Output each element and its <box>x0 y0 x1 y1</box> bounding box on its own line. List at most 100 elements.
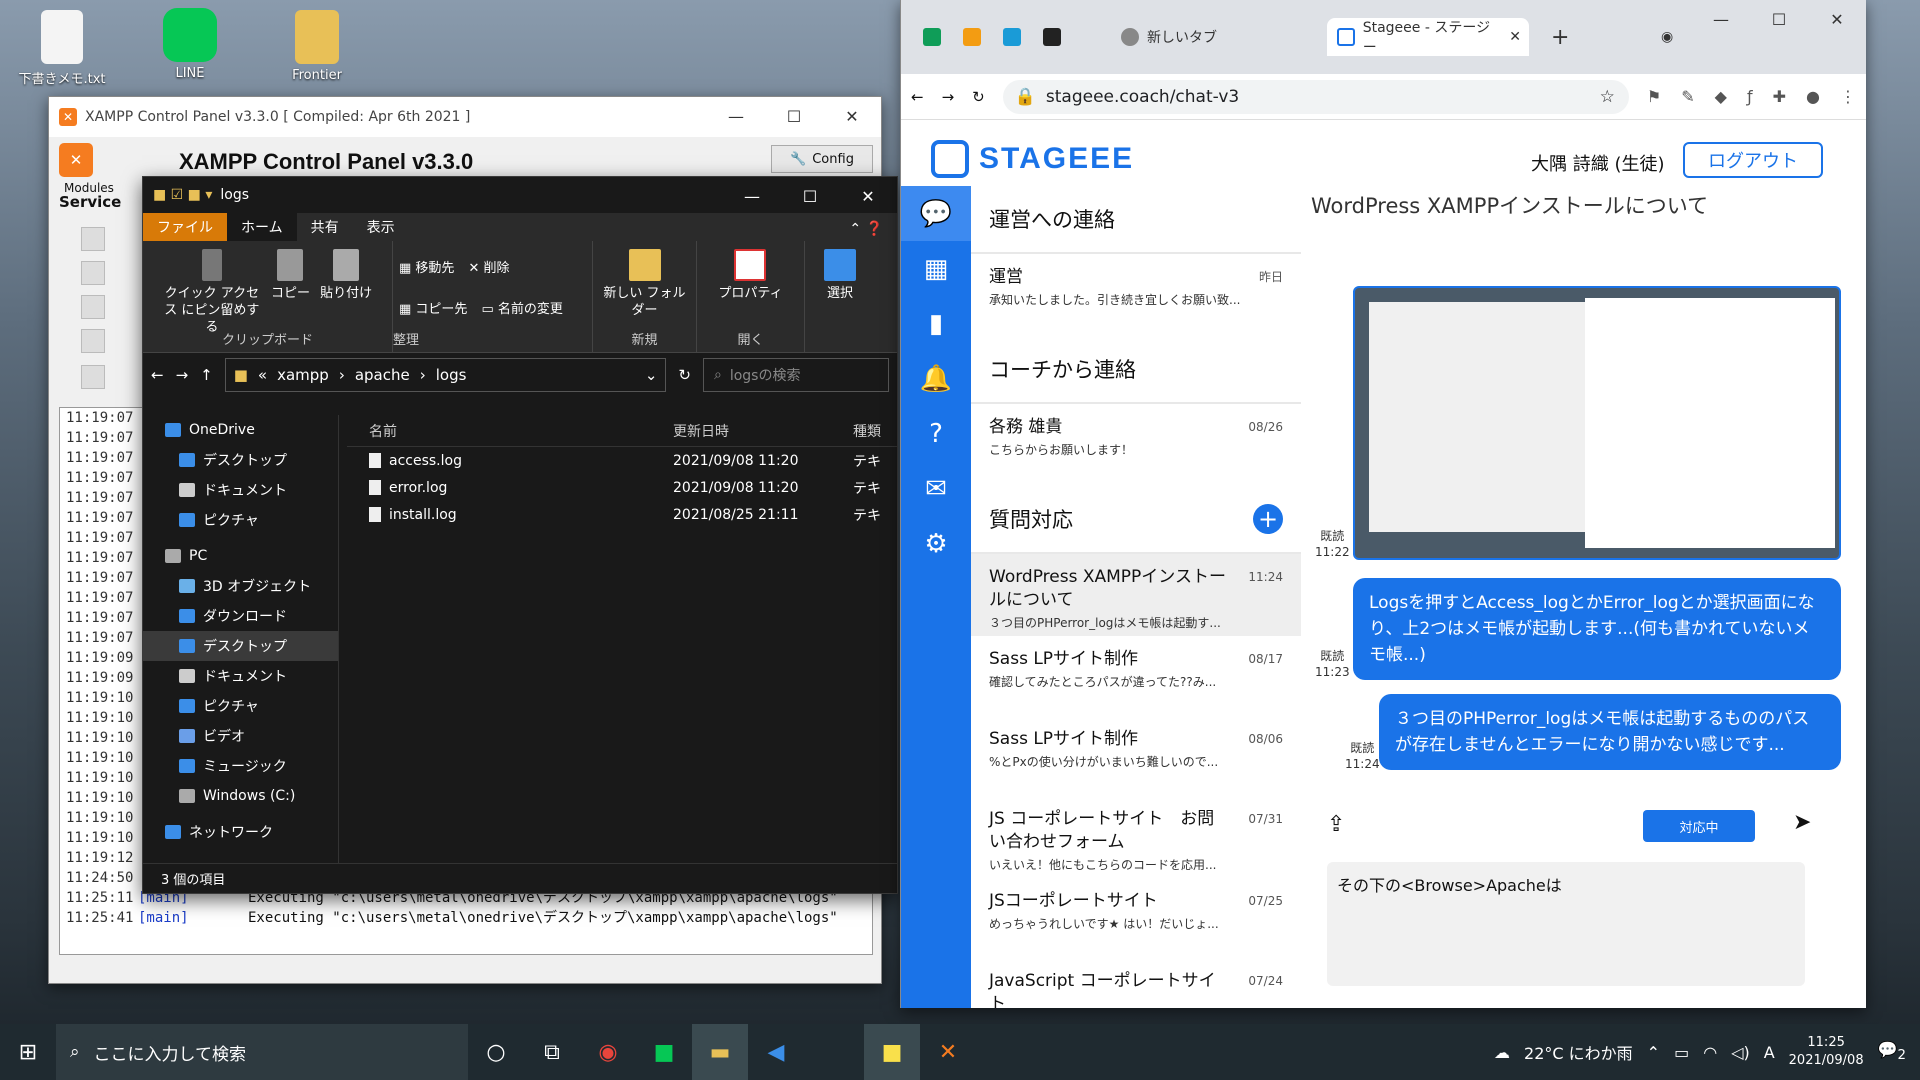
new-folder-button[interactable]: 新しい フォルダー <box>602 247 687 319</box>
taskbar-search[interactable]: ⌕ ここに入力して検索 <box>56 1024 468 1080</box>
notification-icon[interactable]: 💬2 <box>1878 1040 1906 1063</box>
crumb[interactable]: apache <box>355 366 410 384</box>
copy-button[interactable]: コピー <box>271 247 310 302</box>
service-checkbox[interactable] <box>81 329 105 353</box>
explorer-icon[interactable]: ▬ <box>692 1024 748 1080</box>
reload-icon[interactable]: ↻ <box>972 88 985 106</box>
forward-icon[interactable]: → <box>176 366 189 384</box>
sticky-notes-icon[interactable]: ■ <box>864 1024 920 1080</box>
file-row[interactable]: error.log 2021/09/08 11:20 テキ <box>347 474 897 501</box>
navigation-pane[interactable]: OneDrive デスクトップ ドキュメント ピクチャ PC 3D オブジェクト ダウンロー… <box>143 415 339 863</box>
forward-icon[interactable]: → <box>942 88 955 106</box>
properties-button[interactable]: プロパティ <box>718 247 783 302</box>
book-icon[interactable]: ▮ <box>901 296 971 351</box>
chrome-icon[interactable]: ◉ <box>580 1024 636 1080</box>
logout-button[interactable]: ログアウト <box>1683 142 1823 178</box>
col-type[interactable]: 種類 <box>853 421 893 441</box>
menu-icon[interactable]: ⋮ <box>1840 87 1856 106</box>
desktop-icon-memo[interactable]: 下書きメモ.txt <box>17 10 107 87</box>
pinned-tabs[interactable] <box>913 18 1061 56</box>
help-icon[interactable]: ? <box>901 406 971 461</box>
nav-item[interactable]: ピクチャ <box>143 691 338 721</box>
url-bar[interactable]: 🔒 stageee.coach/chat-v3 ☆ <box>1002 79 1629 114</box>
send-icon[interactable]: ➤ <box>1793 810 1811 835</box>
list-item[interactable]: 各務 雄貴 こちらからお願いします！ 08/26 <box>971 404 1301 486</box>
select-button[interactable]: 選択 <box>824 247 856 302</box>
desktop-icon-line[interactable]: LINE <box>145 8 235 81</box>
close-button[interactable]: ✕ <box>823 97 881 135</box>
refresh-icon[interactable]: ↻ <box>678 366 691 384</box>
tab-file[interactable]: ファイル <box>143 213 227 241</box>
vscode-icon[interactable]: ◀ <box>748 1024 804 1080</box>
puzzle-icon[interactable]: ✚ <box>1773 87 1786 106</box>
paste-button[interactable]: 貼り付け <box>320 247 372 302</box>
file-row[interactable]: install.log 2021/08/25 21:11 テキ <box>347 501 897 528</box>
tab-home[interactable]: ホーム <box>227 213 297 241</box>
list-item[interactable]: JavaScript コーポレートサイト 07/24 <box>971 958 1301 1008</box>
battery-icon[interactable]: ▭ <box>1674 1043 1689 1062</box>
upload-icon[interactable]: ⇪ <box>1327 812 1345 837</box>
list-item[interactable]: JSコーポレートサイト めっちゃうれしいです★ はい！だいじょ... 07/25 <box>971 878 1301 958</box>
crumb[interactable]: logs <box>436 366 467 384</box>
service-checkbox[interactable] <box>81 227 105 251</box>
up-icon[interactable]: ↑ <box>200 366 213 384</box>
list-item[interactable]: WordPress XAMPPインストールについて ３つ目のPHPerror_lo… <box>971 554 1301 636</box>
close-tab-icon[interactable]: ✕ <box>1509 29 1521 45</box>
tray-chevron-icon[interactable]: ⌃ <box>1647 1043 1660 1062</box>
wifi-icon[interactable]: ◠ <box>1703 1043 1717 1062</box>
mail-icon[interactable]: ✉ <box>901 461 971 516</box>
back-icon[interactable]: ← <box>151 366 164 384</box>
minimize-button[interactable]: — <box>1692 0 1750 38</box>
pin-button[interactable]: クイック アクセス にピン留めする <box>163 247 261 336</box>
crumb[interactable]: xampp <box>277 366 329 384</box>
nav-item[interactable]: Windows (C:) <box>143 781 338 811</box>
chat-icon[interactable]: 💬 <box>901 186 971 241</box>
nav-item[interactable]: ドキュメント <box>143 475 338 505</box>
gear-icon[interactable]: ⚙ <box>901 516 971 571</box>
maximize-button[interactable]: ☐ <box>1750 0 1808 38</box>
line-icon[interactable]: ■ <box>636 1024 692 1080</box>
add-question-button[interactable]: + <box>1253 504 1283 534</box>
service-checkbox[interactable] <box>81 261 105 285</box>
minimize-button[interactable]: — <box>707 97 765 135</box>
move-to-button[interactable]: ▦ 移動先 <box>399 257 454 276</box>
status-button[interactable]: 対応中 <box>1643 810 1755 842</box>
tab-share[interactable]: 共有 <box>297 213 353 241</box>
tab-view[interactable]: 表示 <box>353 213 409 241</box>
extension-icon[interactable]: ◆ <box>1715 87 1727 106</box>
ime-indicator[interactable]: A <box>1764 1043 1775 1062</box>
minimize-button[interactable]: — <box>723 177 781 215</box>
nav-item[interactable]: ピクチャ <box>143 505 338 535</box>
nav-item[interactable]: ダウンロード <box>143 601 338 631</box>
message-input[interactable]: その下の<Browse>Apacheは <box>1327 862 1805 986</box>
service-checkbox[interactable] <box>81 365 105 389</box>
avatar[interactable]: ● <box>1806 87 1820 106</box>
tab-new-tab[interactable]: 新しいタブ <box>1111 18 1321 56</box>
volume-icon[interactable]: ◁) <box>1731 1043 1750 1062</box>
list-item[interactable]: Sass LPサイト制作 確認してみたところパスが違ってた??み... 08/17 <box>971 636 1301 716</box>
help-icon[interactable]: ⌃ ❓ <box>835 217 897 241</box>
col-name[interactable]: 名前 <box>347 421 673 441</box>
extension-icon[interactable]: ✎ <box>1681 87 1694 106</box>
extension-icon[interactable]: ƒ <box>1747 87 1753 106</box>
col-date[interactable]: 更新日時 <box>673 421 853 441</box>
nav-item[interactable]: デスクトップ <box>143 445 338 475</box>
nav-item[interactable]: ミュージック <box>143 751 338 781</box>
copy-to-button[interactable]: ▦ コピー先 <box>399 298 467 317</box>
config-button[interactable]: 🔧 Config <box>771 145 873 173</box>
nav-item[interactable]: デスクトップ <box>143 631 338 661</box>
desktop-icon-frontier[interactable]: Frontier <box>272 10 362 83</box>
cortana-icon[interactable]: ○ <box>468 1024 524 1080</box>
back-icon[interactable]: ← <box>911 88 924 106</box>
maximize-button[interactable]: ☐ <box>781 177 839 215</box>
address-bar[interactable]: ■ «xampp › apache › logs ⌄ <box>224 358 667 392</box>
nav-item[interactable]: OneDrive <box>143 415 338 445</box>
nav-item[interactable]: 3D オブジェクト <box>143 571 338 601</box>
file-row[interactable]: access.log 2021/09/08 11:20 テキ <box>347 447 897 474</box>
list-item[interactable]: JS コーポレートサイト お問い合わせフォーム いえいえ！他にもこちらのコードを応… <box>971 796 1301 878</box>
nav-item[interactable]: PC <box>143 541 338 571</box>
chevron-down-icon[interactable]: ⌄ <box>645 366 658 384</box>
new-tab-button[interactable]: + <box>1541 18 1569 56</box>
list-item[interactable]: Sass LPサイト制作 %とPxの使い分けがいまいち難しいので... 08/06 <box>971 716 1301 796</box>
close-button[interactable]: ✕ <box>1808 0 1866 38</box>
